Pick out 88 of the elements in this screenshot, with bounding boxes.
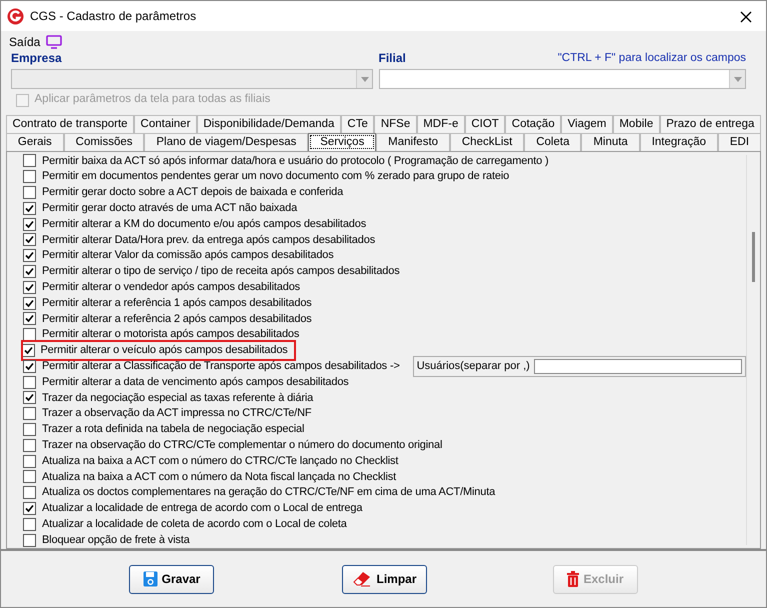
option-label: Permitir alterar o veículo após campos desabilitados	[40, 343, 289, 358]
option-label: Atualizar a localidade de coleta de acordo com o Local de coleta	[42, 516, 348, 532]
option-label: Permitir alterar o vendedor após campos desabilitados	[42, 280, 302, 296]
checkbox[interactable]	[23, 470, 36, 484]
tab[interactable]: Minuta	[581, 133, 640, 151]
tab[interactable]: Manifesto	[376, 133, 450, 151]
checkbox[interactable]	[23, 502, 36, 515]
checkbox[interactable]	[23, 518, 36, 531]
checkbox[interactable]	[23, 170, 36, 184]
logo-icon	[7, 8, 24, 24]
checkbox[interactable]	[23, 328, 36, 342]
option-label: Trazer a rota definida na tabela de negociação especial	[42, 422, 306, 438]
option-label: Permitir alterar Valor da comissão após campos desabilitados	[42, 248, 335, 264]
option-label: Permitir alterar a referência 1 após campos desabilitados	[42, 296, 313, 311]
checkbox[interactable]	[23, 407, 36, 420]
checkbox[interactable]	[23, 296, 36, 310]
option-label: Permitir alterar o tipo de serviço / tipo de receita após campos desabilitados	[42, 264, 401, 280]
field-label: Empresa	[11, 50, 62, 67]
window-title: CGS - Cadastro de parâmetros	[30, 8, 196, 25]
dropdown-arrow-icon	[734, 76, 742, 82]
tab[interactable]: Gerais	[6, 133, 64, 151]
option-label: Permitir alterar o motorista após campos desabilitados	[42, 327, 300, 342]
clear-button[interactable]: Limpar	[342, 564, 427, 594]
checkbox[interactable]	[23, 486, 36, 500]
option-label: Permitir alterar Data/Hora prev. da entrega após campos desabilitados	[42, 232, 376, 248]
option-label: Permitir alterar a KM do documento e/ou após campos desabilitados	[42, 216, 368, 232]
checkbox[interactable]	[23, 218, 36, 231]
tab[interactable]: Serviços	[308, 133, 376, 151]
option-label: Bloquear opção de frete à vista	[42, 532, 191, 548]
users-field[interactable]	[534, 358, 742, 374]
hint-text: "CTRL + F" para localizar os campos	[558, 50, 746, 66]
save-button[interactable]: Gravar	[129, 564, 214, 594]
checkbox[interactable]	[23, 202, 36, 215]
tab[interactable]: Disponibilidade/Demanda	[196, 115, 341, 133]
checkbox[interactable]	[23, 454, 36, 468]
checkbox-label: Aplicar parâmetros da tela para todas as filiais	[34, 92, 270, 108]
tab[interactable]: CheckList	[450, 133, 524, 151]
option-label: Atualiza na baixa a ACT com o número do CTRC/CTe lançado no Checklist	[42, 454, 400, 469]
tab[interactable]: Container	[134, 115, 197, 133]
tab[interactable]: Contrato de transporte	[6, 115, 134, 133]
tab[interactable]: Plano de viagem/Despesas	[144, 133, 308, 151]
tab[interactable]: CIOT	[464, 115, 506, 133]
field-label: Filial	[378, 50, 406, 67]
option-label: Permitir alterar a data de vencimento após campos desabilitados	[42, 374, 350, 390]
eraser-icon	[352, 571, 372, 587]
option-label: Permitir gerar docto sobre a ACT depois de baixada e conferida	[42, 185, 344, 200]
dropdown-arrow-icon	[360, 76, 368, 82]
checkbox[interactable]	[22, 344, 35, 357]
trash-icon	[567, 571, 580, 587]
tab[interactable]: Coleta	[524, 133, 582, 151]
option-label: Atualizar a localidade de entrega de acordo com o Local de entrega	[42, 501, 364, 516]
checkbox[interactable]	[23, 438, 36, 452]
checkbox[interactable]	[23, 280, 36, 294]
tab[interactable]: EDI	[718, 133, 761, 151]
option-label: Atualiza na baixa a ACT com o número da Nota fiscal lançada no Checklist	[42, 470, 398, 485]
tab[interactable]: Cotação	[505, 115, 562, 133]
option-label: Permitir alterar a Classificação de Transporte após campos desabilitados ->	[42, 359, 401, 374]
checkbox[interactable]	[23, 391, 36, 404]
tab[interactable]: Integração	[640, 133, 718, 151]
option-label: Permitir baixa da ACT só após informar data/hora e usuário do protocolo ( Programação de carregamento )	[42, 154, 550, 169]
option-label: Permitir gerar docto através de uma ACT não baixada	[42, 201, 298, 216]
option-label: Permitir alterar a referência 2 após campos desabilitados	[42, 312, 313, 327]
checkbox[interactable]	[23, 264, 36, 278]
checkbox[interactable]	[23, 249, 36, 262]
checkbox[interactable]	[23, 154, 36, 168]
checkbox[interactable]	[23, 186, 36, 199]
monitor-icon[interactable]	[46, 35, 62, 49]
tab[interactable]: Mobile	[612, 115, 660, 133]
checkbox[interactable]	[23, 360, 36, 373]
checkbox[interactable]	[23, 534, 36, 547]
tab[interactable]: Comissões	[64, 133, 144, 151]
tab[interactable]: CTe	[340, 115, 374, 133]
tab[interactable]: Viagem	[561, 115, 613, 133]
checkbox[interactable]	[23, 233, 36, 246]
menu-item[interactable]: Saída	[9, 33, 40, 51]
close-icon	[740, 11, 752, 24]
checkbox[interactable]	[23, 376, 36, 389]
option-label: Trazer a observação da ACT impressa no CTRC/CTe/NF	[42, 406, 312, 422]
tab[interactable]: NFSe	[374, 115, 417, 133]
field-label: Usuários(separar por ,)	[416, 359, 530, 374]
option-label: Trazer na observação do CTRC/CTe complementar o número do documento original	[42, 438, 444, 453]
option-label: Trazer da negociação especial as taxas referente à diária	[42, 390, 314, 406]
tab[interactable]: MDF-e	[416, 115, 465, 133]
checkbox[interactable]	[23, 312, 36, 326]
tab[interactable]: Prazo de entrega	[660, 115, 761, 133]
option-label: Permitir em documentos pendentes gerar um novo documento com % zerado para grupo de rateio	[42, 169, 510, 184]
option-label: Atualiza os doctos complementares na geração do CTRC/CTe/NF em cima de uma ACT/Minuta	[42, 485, 496, 500]
checkbox[interactable]	[23, 422, 36, 436]
